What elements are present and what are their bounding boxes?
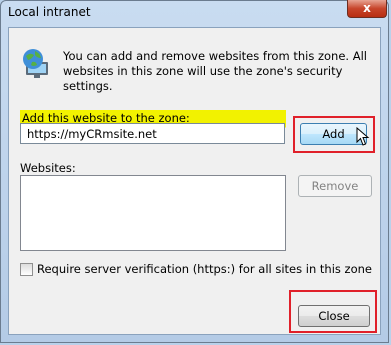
server-verification-label: Require server verification (https:) for… <box>37 262 372 276</box>
mouse-pointer-icon <box>356 127 370 146</box>
website-url-input[interactable] <box>20 123 285 144</box>
server-verification-checkbox[interactable] <box>20 263 33 276</box>
remove-button[interactable]: Remove <box>298 175 372 197</box>
websites-label: Websites: <box>20 161 76 175</box>
zone-info-text: You can add and remove websites from thi… <box>63 49 367 93</box>
window-title: Local intranet <box>8 5 91 19</box>
globe-computer-icon <box>23 49 48 78</box>
close-button[interactable]: Close <box>298 305 370 327</box>
websites-list[interactable] <box>20 175 286 251</box>
window-close-button[interactable]: x <box>347 0 387 18</box>
